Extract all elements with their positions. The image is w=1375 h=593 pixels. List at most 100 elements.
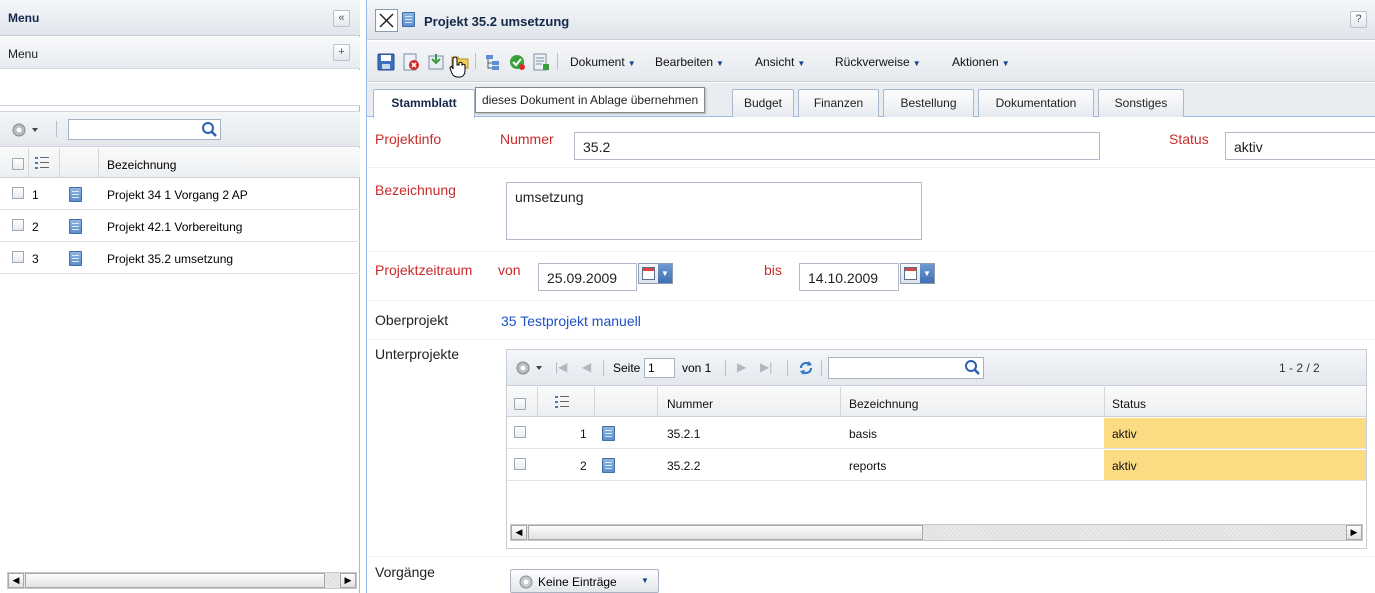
column-header-bezeichnung[interactable]: Bezeichnung	[107, 158, 176, 172]
cell-nummer: 35.2.2	[667, 459, 701, 473]
archive-add-icon[interactable]	[427, 53, 445, 71]
list-toolbar	[0, 111, 360, 147]
next-page-icon[interactable]: ▶	[737, 360, 746, 374]
menu-label: Aktionen	[952, 55, 999, 69]
nummer-field[interactable]: 35.2	[574, 132, 1100, 160]
row-checkbox[interactable]	[12, 251, 24, 263]
document-icon	[69, 251, 82, 266]
refresh-icon[interactable]	[797, 359, 815, 377]
row-divider	[367, 251, 1375, 252]
scroll-left-button[interactable]: ◀	[511, 525, 527, 540]
menu-panel-header: Menu «	[0, 0, 360, 36]
gear-menu-button[interactable]	[514, 359, 544, 377]
menu-rueckverweise[interactable]: Rückverweise ▼	[835, 55, 921, 69]
menu-blank-area	[0, 70, 360, 106]
oberprojekt-link[interactable]: 35 Testprojekt manuell	[501, 313, 641, 329]
search-icon[interactable]	[964, 359, 981, 376]
select-all-checkbox[interactable]	[514, 398, 526, 410]
last-page-icon[interactable]: ▶|	[760, 360, 772, 374]
menu-ansicht[interactable]: Ansicht ▼	[755, 55, 805, 69]
dropdown-arrow-icon: ▼	[797, 59, 806, 68]
unterprojekte-label: Unterprojekte	[375, 346, 460, 362]
von-label: von	[498, 262, 521, 278]
projektinfo-label: Projektinfo	[375, 131, 442, 147]
list-search-input[interactable]	[68, 119, 221, 140]
tab-sonstiges[interactable]: Sonstiges	[1098, 89, 1184, 117]
delete-icon[interactable]	[402, 53, 420, 71]
unterprojekte-grid: |◀ ◀ Seite 1 von 1 ▶ ▶| 1 - 2 / 2 Nummer…	[506, 349, 1367, 549]
search-icon[interactable]	[201, 121, 218, 138]
grid-horizontal-scrollbar[interactable]: ◀ ▶	[510, 524, 1363, 541]
gear-icon	[519, 575, 533, 589]
calendar-icon	[642, 267, 655, 280]
paging-range: 1 - 2 / 2	[1279, 361, 1320, 375]
select-all-checkbox[interactable]	[12, 158, 24, 170]
row-checkbox[interactable]	[514, 426, 526, 438]
menu-panel: Menu « Menu + Bezeichnung 1 Projekt 34 1…	[0, 0, 360, 593]
list-item[interactable]: 1 Projekt 34 1 Vorgang 2 AP	[0, 179, 360, 210]
bis-label: bis	[764, 262, 782, 278]
calendar-icon	[904, 267, 917, 280]
save-icon[interactable]	[377, 53, 395, 71]
tab-finanzen[interactable]: Finanzen	[798, 89, 879, 117]
collapse-panel-button[interactable]: «	[333, 10, 350, 27]
grid-search-input[interactable]	[828, 357, 984, 379]
row-divider	[367, 167, 1375, 168]
menu-aktionen[interactable]: Aktionen ▼	[952, 55, 1010, 69]
cell-nummer: 35.2.1	[667, 427, 701, 441]
prev-page-icon[interactable]: ◀	[582, 360, 591, 374]
column-header-status[interactable]: Status	[1112, 397, 1146, 411]
table-row[interactable]: 2 35.2.2 reports aktiv	[507, 450, 1366, 481]
document-icon	[602, 458, 615, 473]
tree-icon[interactable]	[484, 53, 502, 71]
tab-stammblatt[interactable]: Stammblatt	[373, 89, 475, 118]
cell-status: aktiv	[1112, 459, 1137, 473]
horizontal-scrollbar[interactable]: ◀ ▶	[7, 572, 357, 589]
column-header-bezeichnung[interactable]: Bezeichnung	[849, 397, 918, 411]
document-icon	[602, 426, 615, 441]
bis-date-picker[interactable]: ▼	[900, 263, 935, 284]
menu-bearbeiten[interactable]: Bearbeiten ▼	[655, 55, 724, 69]
row-checkbox[interactable]	[12, 219, 24, 231]
menu-subheader: Menu +	[0, 37, 360, 69]
von-date-field[interactable]: 25.09.2009	[538, 263, 637, 291]
list-item[interactable]: 3 Projekt 35.2 umsetzung	[0, 243, 360, 274]
list-item[interactable]: 2 Projekt 42.1 Vorbereitung	[0, 211, 360, 242]
scroll-right-button[interactable]: ▶	[340, 573, 356, 588]
collapse-icon: «	[338, 12, 345, 24]
status-field[interactable]: aktiv	[1225, 132, 1375, 160]
approve-icon[interactable]	[508, 53, 526, 71]
scroll-thumb[interactable]	[528, 525, 923, 540]
tab-budget[interactable]: Budget	[732, 89, 794, 117]
list-item-label: Projekt 42.1 Vorbereitung	[107, 220, 243, 234]
vorgaenge-dropdown-button[interactable]: Keine Einträge ▼	[510, 569, 659, 593]
scroll-thumb[interactable]	[25, 573, 325, 588]
tab-bestellung[interactable]: Bestellung	[883, 89, 974, 117]
bis-date-field[interactable]: 14.10.2009	[799, 263, 899, 291]
column-header-nummer[interactable]: Nummer	[667, 397, 713, 411]
gear-icon	[12, 123, 38, 137]
row-checkbox[interactable]	[12, 187, 24, 199]
scroll-right-button[interactable]: ▶	[1346, 525, 1362, 540]
add-button[interactable]: +	[333, 44, 350, 61]
bezeichnung-field[interactable]: umsetzung	[506, 182, 922, 240]
list-item-label: Projekt 35.2 umsetzung	[107, 252, 234, 266]
von-date-picker[interactable]: ▼	[638, 263, 673, 284]
projektzeitraum-label: Projektzeitraum	[375, 262, 473, 278]
table-row[interactable]: 1 35.2.1 basis aktiv	[507, 418, 1366, 449]
first-page-icon[interactable]: |◀	[555, 360, 567, 374]
close-button[interactable]	[375, 9, 398, 32]
hand-cursor-icon	[449, 56, 466, 78]
gear-menu-button[interactable]	[10, 121, 40, 139]
row-checkbox[interactable]	[514, 458, 526, 470]
menu-label: Ansicht	[755, 55, 795, 69]
grid-paging-toolbar: |◀ ◀ Seite 1 von 1 ▶ ▶| 1 - 2 / 2	[507, 350, 1366, 386]
numbered-list-icon	[555, 396, 569, 408]
page-number-input[interactable]: 1	[644, 358, 675, 378]
toolbar-separator	[56, 121, 57, 137]
menu-dokument[interactable]: Dokument ▼	[570, 55, 636, 69]
help-button[interactable]: ?	[1350, 11, 1367, 28]
scroll-left-button[interactable]: ◀	[8, 573, 24, 588]
tab-dokumentation[interactable]: Dokumentation	[978, 89, 1094, 117]
report-icon[interactable]	[532, 53, 550, 71]
